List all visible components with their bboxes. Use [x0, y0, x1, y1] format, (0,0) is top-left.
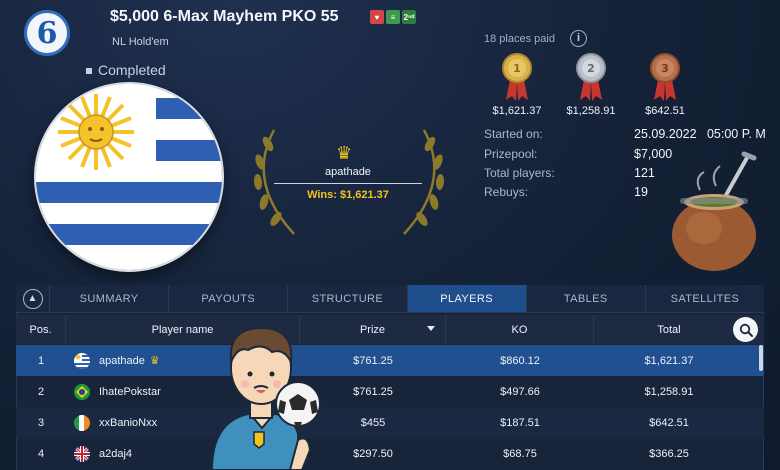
column-total[interactable]: Total	[594, 315, 744, 344]
row-pos: 3	[37, 416, 45, 429]
winner-crown-icon: ♛	[336, 143, 353, 163]
player-name: apathade	[99, 354, 145, 367]
table-header: Pos. Player name Prize KO Total	[16, 315, 764, 344]
chevron-up-icon[interactable]: ▲	[22, 288, 43, 309]
silver-medal-icon: 2	[576, 53, 606, 101]
row-total: $642.51	[649, 416, 689, 429]
bronze-medal-icon: 3	[650, 53, 680, 101]
row-ko: $187.51	[500, 416, 540, 429]
winner-divider	[274, 183, 422, 184]
tab-satellites[interactable]: SATELLITES	[646, 285, 764, 312]
info-icon[interactable]: i	[570, 30, 587, 47]
row-ko: $68.75	[503, 447, 537, 460]
tournament-badges: ♥ ≡ 2ⁿᵈ	[370, 10, 416, 24]
tab-tables[interactable]: TABLES	[527, 285, 646, 312]
third-place-prize: $642.51	[645, 105, 685, 117]
row-pos: 4	[37, 447, 45, 460]
country-flag-uruguay	[36, 84, 222, 270]
winner-name: apathade	[325, 166, 371, 178]
tournament-status: Completed	[86, 62, 166, 78]
row-total: $366.25	[649, 447, 689, 460]
search-icon	[739, 323, 753, 337]
tab-players[interactable]: PLAYERS	[407, 285, 527, 312]
crown-icon: ♛	[149, 355, 160, 367]
scrollbar-thumb[interactable]	[759, 345, 763, 371]
bronze-medal-rank: 3	[661, 62, 669, 75]
sort-desc-icon[interactable]	[427, 326, 435, 331]
prizepool-label: Prizepool:	[484, 147, 538, 161]
football-player-mascot	[210, 326, 321, 470]
rebuys-value: 19	[634, 185, 648, 199]
flag-uruguay-icon	[74, 353, 90, 369]
app-logo: 6	[24, 10, 70, 56]
winner-winnings: Wins: $1,621.37	[307, 189, 389, 201]
row-player-name: xxBanioNxx	[99, 416, 158, 429]
started-on-label: Started on:	[484, 127, 543, 141]
column-ko[interactable]: KO	[446, 315, 594, 344]
gold-medal-icon: 1	[502, 53, 532, 101]
table-row[interactable]: 2 IhatePokstar $761.25 $497.66 $1,258.91	[16, 376, 764, 407]
flag-ireland-icon	[74, 415, 90, 431]
rebuys-label: Rebuys:	[484, 185, 529, 199]
bounty-badge-icon: ♥	[370, 10, 384, 24]
total-players-value: 121	[634, 166, 655, 180]
table-row[interactable]: 1 apathade ♛ $761.25 $860.12 $1,621.37	[16, 345, 764, 376]
total-players-label: Total players:	[484, 166, 555, 180]
tab-payouts[interactable]: PAYOUTS	[169, 285, 289, 312]
tab-summary[interactable]: SUMMARY	[50, 285, 170, 312]
row-total: $1,621.37	[644, 354, 694, 367]
row-total: $1,258.91	[644, 385, 694, 398]
second-chance-badge-icon: 2ⁿᵈ	[402, 10, 416, 24]
flag-brazil-icon	[74, 384, 90, 400]
row-pos: 2	[37, 385, 45, 398]
first-place-prize: $1,621.37	[492, 105, 542, 117]
column-pos[interactable]: Pos.	[16, 315, 66, 344]
places-paid: 18 places paid	[484, 33, 555, 45]
table-row[interactable]: 3 xxBanioNxx $455 $187.51 $642.51	[16, 407, 764, 438]
row-player-name: apathade ♛	[99, 345, 160, 376]
flag-uk-icon	[74, 446, 90, 462]
collapse-toggle[interactable]: ▲	[16, 285, 50, 312]
row-ko: $497.66	[500, 385, 540, 398]
row-ko: $860.12	[500, 354, 540, 367]
tournament-title: $5,000 6-Max Mayhem PKO 55	[110, 8, 339, 25]
gold-medal-rank: 1	[513, 62, 521, 75]
search-button[interactable]	[733, 317, 758, 342]
second-place-prize: $1,258.91	[566, 105, 616, 117]
tab-structure[interactable]: STRUCTURE	[288, 285, 408, 312]
laurel-wreath-icon	[253, 129, 445, 235]
row-player-name: IhatePokstar	[99, 385, 161, 398]
mate-gourd-icon	[672, 151, 757, 271]
row-pos: 1	[37, 354, 45, 367]
game-type: NL Hold'em	[112, 36, 169, 48]
table-row[interactable]: 4 a2daj4 $297.50 $68.75 $366.25	[16, 438, 764, 469]
silver-medal-rank: 2	[587, 62, 595, 75]
row-player-name: a2daj4	[99, 447, 133, 460]
tab-bar: ▲ SUMMARY PAYOUTS STRUCTURE PLAYERS TABL…	[16, 285, 764, 313]
started-on-value: 25.09.2022 05:00 P. M	[634, 127, 766, 141]
table-badge-icon: ≡	[386, 10, 400, 24]
